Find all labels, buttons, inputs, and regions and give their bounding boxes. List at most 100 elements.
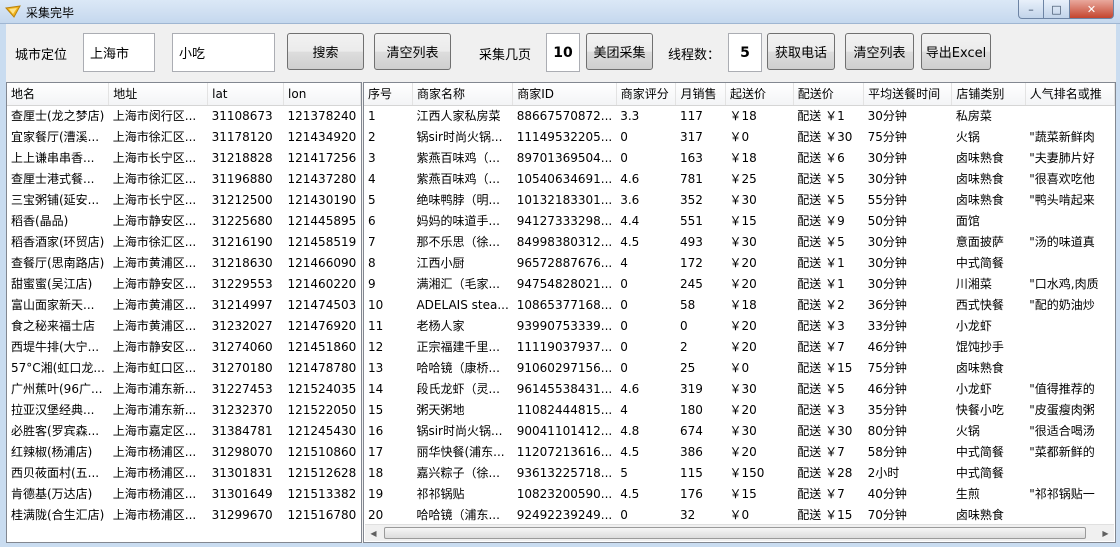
table-cell: 小龙虾 bbox=[955, 382, 992, 396]
table-row[interactable]: 宜家餐厅(漕溪... 上海市徐汇区... 31178120 121434920 bbox=[7, 126, 361, 147]
table-row[interactable]: 2 锅sir时尚火锅... 11149532205... 0 317 ￥0 配送 ￥30 75… bbox=[364, 126, 1115, 147]
close-button[interactable]: ✕ bbox=[1070, 0, 1114, 19]
table-cell: 配送 ￥30 bbox=[797, 130, 853, 144]
location-grid[interactable]: 地名 地址 lat lon 查厘士(龙之梦店) 上海市闵行区... 31108673 121… bbox=[6, 82, 362, 543]
table-row[interactable]: 必胜客(罗宾森... 上海市嘉定区... 31384781 121245430 bbox=[7, 420, 361, 441]
table-row[interactable]: 西堤牛排(大宁... 上海市静安区... 31274060 121451860 bbox=[7, 336, 361, 357]
column-header[interactable]: 配送价 bbox=[793, 83, 865, 106]
table-cell: 16 bbox=[368, 423, 384, 438]
table-cell: 93990753339... bbox=[516, 318, 613, 333]
table-row[interactable]: 14 段氏龙虾（灵... 96145538431... 4.6 319 ￥30 配送 ￥5 4… bbox=[364, 378, 1115, 399]
table-cell: 163 bbox=[679, 150, 703, 165]
table-row[interactable]: 3 紫燕百味鸡（... 89701369504... 0 163 ￥18 配送 ￥6 30分钟… bbox=[364, 147, 1115, 168]
search-button[interactable]: 搜索 bbox=[287, 33, 364, 70]
column-header[interactable]: 平均送餐时间 bbox=[863, 83, 953, 106]
table-row[interactable]: 6 妈妈的味道手... 94127333298... 4.4 551 ￥15 配送 ￥9 50… bbox=[364, 210, 1115, 231]
table-row[interactable]: 上上谦串串香... 上海市长宁区... 31218828 121417256 bbox=[7, 147, 361, 168]
table-row[interactable]: 桂满陇(合生汇店) 上海市杨浦区... 31299670 121516780 bbox=[7, 504, 361, 525]
column-header[interactable]: 起送价 bbox=[725, 83, 794, 106]
table-row[interactable]: 红辣椒(杨浦店) 上海市杨浦区... 31298070 121510860 bbox=[7, 441, 361, 462]
scroll-left-icon[interactable]: ◀ bbox=[365, 525, 382, 541]
table-row[interactable]: 甜蜜蜜(吴江店) 上海市静安区... 31229553 121460220 bbox=[7, 273, 361, 294]
threads-input[interactable]: 5 bbox=[728, 33, 762, 72]
column-header[interactable]: lon bbox=[283, 83, 361, 106]
column-header[interactable]: 人气排名或推 bbox=[1025, 83, 1115, 106]
scroll-thumb[interactable] bbox=[384, 527, 1086, 539]
column-header[interactable]: 商家ID bbox=[512, 83, 617, 106]
get-phone-button[interactable]: 获取电话 bbox=[767, 33, 835, 70]
table-cell: 上海市黄浦区... bbox=[112, 319, 197, 333]
column-header[interactable]: 月销售 bbox=[675, 83, 726, 106]
table-row[interactable]: 查厘士(龙之梦店) 上海市闵行区... 31108673 121378240 bbox=[7, 105, 361, 126]
clear-list-button-right[interactable]: 清空列表 bbox=[845, 33, 914, 70]
table-row[interactable]: 西贝莜面村(五... 上海市杨浦区... 31301831 121512628 bbox=[7, 462, 361, 483]
table-cell: 30分钟 bbox=[867, 235, 907, 249]
merchant-grid[interactable]: 序号 商家名称 商家ID 商家评分 月销售 起送价 配送价 平均送餐时间 店铺类别 人气排名或推 … bbox=[363, 82, 1116, 543]
table-cell: 94127333298... bbox=[516, 213, 613, 228]
city-input[interactable]: 上海市 bbox=[83, 33, 155, 72]
city-label: 城市定位 bbox=[15, 48, 68, 63]
table-row[interactable]: 查餐厅(思南路店) 上海市黄浦区... 31218630 121466090 bbox=[7, 252, 361, 273]
column-header[interactable]: lat bbox=[207, 83, 285, 106]
table-cell: 33分钟 bbox=[867, 319, 907, 333]
main-client-area: 城市定位 上海市 小吃 搜索 清空列表 采集几页 10 美团采集 线程数： 5 … bbox=[6, 24, 1116, 543]
table-row[interactable]: 三宝粥铺(延安... 上海市长宁区... 31212500 121430190 bbox=[7, 189, 361, 210]
table-row[interactable]: 20 哈哈镜（浦东... 92492239249... 0 32 ￥0 配送 ￥15 70分钟… bbox=[364, 504, 1115, 525]
table-cell: 30分钟 bbox=[867, 151, 907, 165]
table-row[interactable]: 拉亚汉堡经典... 上海市浦东新... 31232370 121522050 bbox=[7, 399, 361, 420]
table-row[interactable]: 10 ADELAIS stea... 10865377168... 0 58 ￥18 配送 … bbox=[364, 294, 1115, 315]
table-cell: 121437280 bbox=[287, 171, 357, 186]
clear-list-button-left[interactable]: 清空列表 bbox=[374, 33, 451, 70]
table-row[interactable]: 稻香酒家(环贸店) 上海市徐汇区... 31216190 121458519 bbox=[7, 231, 361, 252]
table-cell: 31218828 bbox=[211, 150, 273, 165]
table-row[interactable]: 1 江西人家私房菜 88667570872... 3.3 117 ￥18 配送 ￥1 30分钟… bbox=[364, 105, 1115, 126]
column-header[interactable]: 店铺类别 bbox=[951, 83, 1026, 106]
table-row[interactable]: 17 丽华快餐(浦东... 11207213616... 4.5 386 ￥20 配送 ￥7… bbox=[364, 441, 1115, 462]
table-row[interactable]: 57°C湘(虹口龙... 上海市虹口区... 31270180 121478780 bbox=[7, 357, 361, 378]
table-row[interactable]: 肯德基(万达店) 上海市杨浦区... 31301649 121513382 bbox=[7, 483, 361, 504]
table-row[interactable]: 11 老杨人家 93990753339... 0 0 ￥20 配送 ￥3 33分钟 小龙虾 bbox=[364, 315, 1115, 336]
table-cell: 31196880 bbox=[211, 171, 273, 186]
table-row[interactable]: 9 满湘汇（毛家... 94754828021... 0 245 ￥20 配送 ￥1 30分钟… bbox=[364, 273, 1115, 294]
table-row[interactable]: 稻香(晶品) 上海市静安区... 31225680 121445895 bbox=[7, 210, 361, 231]
table-cell: 10865377168... bbox=[516, 297, 613, 312]
column-header[interactable]: 序号 bbox=[364, 83, 413, 106]
table-row[interactable]: 18 嘉兴粽子（徐... 93613225718... 5 115 ￥150 配送 ￥28 2… bbox=[364, 462, 1115, 483]
table-row[interactable]: 食之秘来福士店 上海市黄浦区... 31232027 121476920 bbox=[7, 315, 361, 336]
table-row[interactable]: 5 绝味鸭脖（明... 10132183301... 3.6 352 ￥30 配送 ￥5 55… bbox=[364, 189, 1115, 210]
table-row[interactable]: 8 江西小厨 96572887676... 4 172 ￥20 配送 ￥1 30分钟 中式简餐 bbox=[364, 252, 1115, 273]
table-cell: 9 bbox=[368, 276, 376, 291]
table-row[interactable]: 7 那不乐思（徐... 84998380312... 4.5 493 ￥30 配送 ￥5 30… bbox=[364, 231, 1115, 252]
table-row[interactable]: 4 紫燕百味鸡（... 10540634691... 4.6 781 ￥25 配送 ￥5 30… bbox=[364, 168, 1115, 189]
maximize-button[interactable]: □ bbox=[1044, 0, 1070, 19]
table-cell: 89701369504... bbox=[516, 150, 613, 165]
table-cell: 31270180 bbox=[211, 360, 273, 375]
table-cell: 91060297156... bbox=[516, 360, 613, 375]
table-row[interactable]: 19 祁祁锅贴 10823200590... 4.5 176 ￥15 配送 ￥7 40分钟 生煎… bbox=[364, 483, 1115, 504]
table-cell: ￥30 bbox=[729, 382, 757, 396]
column-header[interactable]: 地名 bbox=[7, 83, 110, 106]
table-cell: 配送 ￥1 bbox=[797, 277, 845, 291]
table-row[interactable]: 16 锅sir时尚火锅... 90041101412... 4.8 674 ￥30 配送 ￥… bbox=[364, 420, 1115, 441]
column-header[interactable]: 商家名称 bbox=[412, 83, 514, 106]
table-cell: "汤的味道真 bbox=[1029, 235, 1095, 249]
table-row[interactable]: 富山面家新天... 上海市黄浦区... 31214997 121474503 bbox=[7, 294, 361, 315]
column-header[interactable]: 商家评分 bbox=[616, 83, 677, 106]
table-row[interactable]: 广州蕉叶(96广... 上海市浦东新... 31227453 121524035 bbox=[7, 378, 361, 399]
table-row[interactable]: 13 哈哈镜（康桥... 91060297156... 0 25 ￥0 配送 ￥15 75分钟… bbox=[364, 357, 1115, 378]
table-row[interactable]: 15 粥天粥地 11082444815... 4 180 ￥20 配送 ￥3 35分钟 快餐小吃… bbox=[364, 399, 1115, 420]
table-cell: 11 bbox=[368, 318, 384, 333]
export-excel-button[interactable]: 导出Excel bbox=[921, 33, 991, 70]
horizontal-scrollbar[interactable]: ◀ ▶ bbox=[365, 524, 1114, 541]
table-cell: 493 bbox=[679, 234, 703, 249]
table-row[interactable]: 12 正宗福建千里... 11119037937... 0 2 ￥20 配送 ￥7 46分钟 馄… bbox=[364, 336, 1115, 357]
scroll-right-icon[interactable]: ▶ bbox=[1097, 525, 1114, 541]
minimize-button[interactable]: – bbox=[1018, 0, 1044, 19]
column-header[interactable]: 地址 bbox=[108, 83, 209, 106]
pages-input[interactable]: 10 bbox=[546, 33, 580, 72]
table-cell: 0 bbox=[679, 318, 688, 333]
table-row[interactable]: 查厘士港式餐... 上海市徐汇区... 31196880 121437280 bbox=[7, 168, 361, 189]
keyword-input[interactable]: 小吃 bbox=[172, 33, 275, 72]
table-cell: 小龙虾 bbox=[955, 319, 992, 333]
meituan-collect-button[interactable]: 美团采集 bbox=[586, 33, 653, 70]
